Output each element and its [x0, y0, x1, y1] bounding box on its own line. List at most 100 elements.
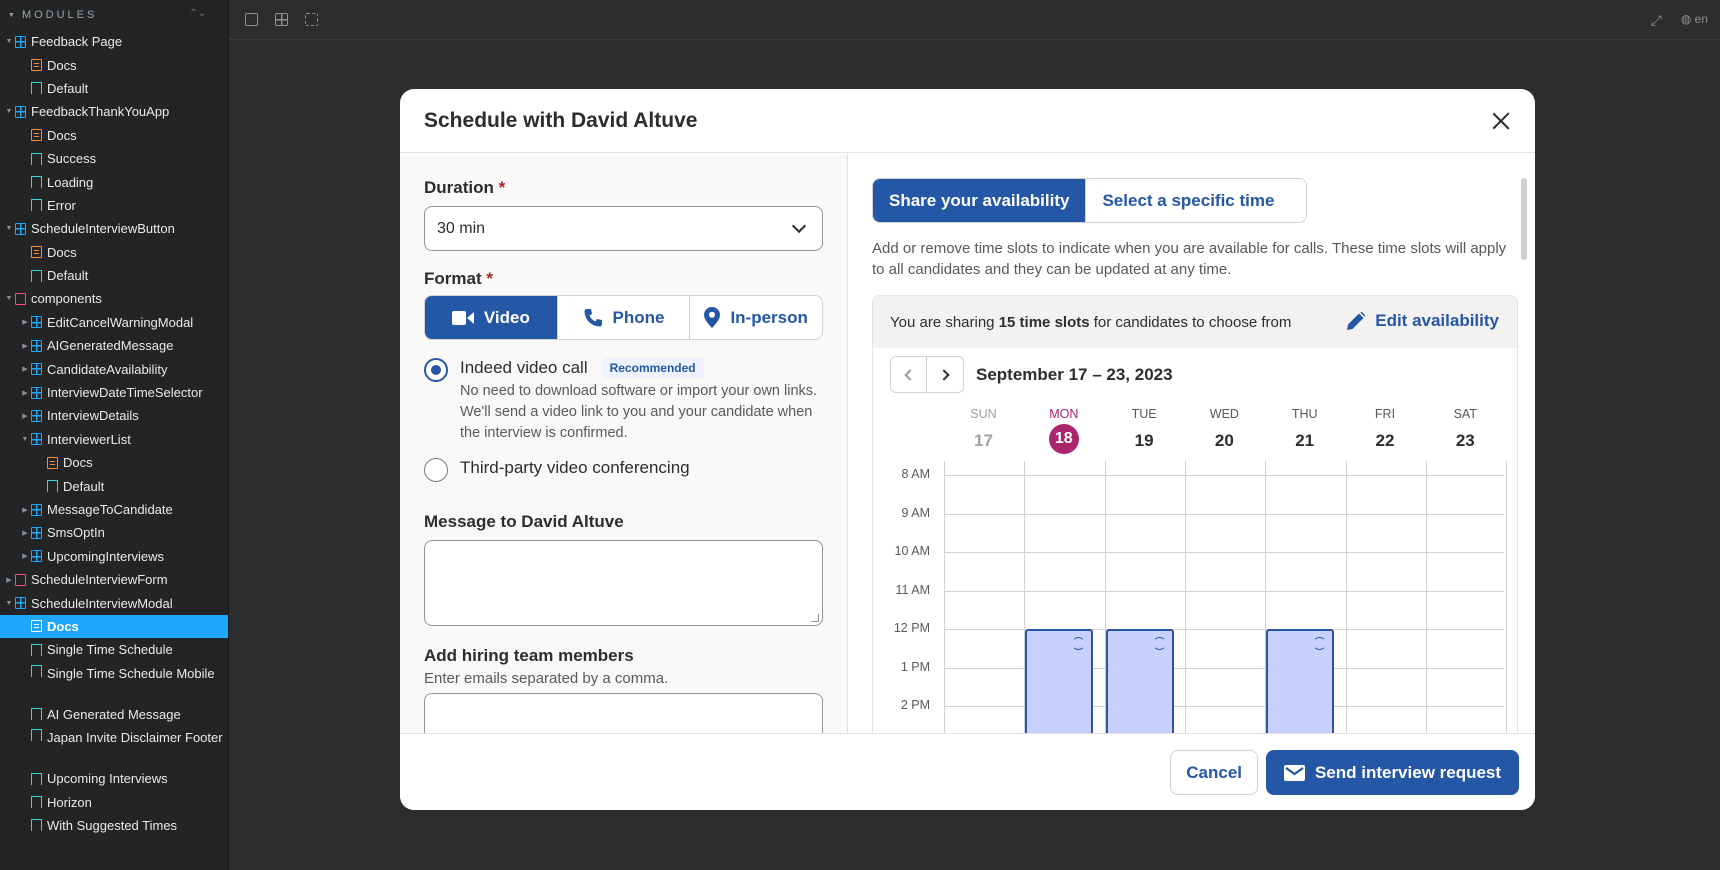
outline-icon[interactable] [305, 13, 318, 26]
bookmark-icon [31, 708, 42, 721]
format-in-person-label: In-person [730, 307, 808, 327]
folder-icon [15, 292, 26, 305]
sidebar-item[interactable]: Default [0, 474, 228, 497]
sidebar-item[interactable]: Docs [0, 124, 228, 147]
tab-share-availability[interactable]: Share your availability [873, 179, 1086, 222]
hour-gridline [944, 475, 1504, 476]
caret-right-icon[interactable]: ▶ [20, 342, 30, 350]
format-video-button[interactable]: Video [425, 296, 558, 339]
resize-handle[interactable] [811, 614, 819, 622]
sidebar-item[interactable]: ▶ EditCancelWarningModal [0, 311, 228, 334]
caret-right-icon[interactable]: ▶ [20, 318, 30, 326]
message-textarea[interactable] [424, 540, 823, 626]
caret-right-icon[interactable]: ▶ [4, 576, 14, 584]
third-party-label: Third-party video conferencing [460, 458, 690, 477]
document-icon [31, 620, 42, 633]
component-icon [15, 222, 26, 235]
sidebar-item[interactable]: Docs [0, 53, 228, 76]
locale-switcher[interactable]: ◍ en [1681, 12, 1708, 26]
sidebar-item[interactable]: Docs [0, 451, 228, 474]
caret-down-icon[interactable]: ▼ [4, 225, 14, 232]
next-week-button[interactable] [927, 356, 964, 393]
caret-right-icon[interactable]: ▶ [20, 506, 30, 514]
image-icon[interactable] [245, 13, 258, 26]
fullscreen-icon[interactable]: ⤢ [1651, 12, 1662, 29]
sidebar-item[interactable]: Docs [0, 614, 228, 639]
sidebar-item[interactable]: ▶ MessageToCandidate [0, 498, 228, 521]
sidebar-item[interactable]: Japan Invite Disclaimer Footer [0, 726, 228, 767]
sidebar-item[interactable]: ▼ components [0, 287, 228, 310]
format-phone-button[interactable]: Phone [558, 296, 691, 339]
availability-slot[interactable] [1266, 629, 1335, 733]
globe-icon: ◍ [1680, 12, 1692, 26]
collapse-all-icon[interactable]: ⌃⌄ [189, 8, 206, 19]
send-interview-request-button[interactable]: Send interview request [1266, 750, 1519, 795]
caret-down-icon[interactable]: ▼ [4, 600, 14, 607]
sidebar-item[interactable]: ▼ ScheduleInterviewModal [0, 591, 228, 614]
sidebar-item-label: MessageToCandidate [47, 502, 173, 517]
sidebar-header[interactable]: ▼ MODULES ⌃⌄ [0, 0, 228, 30]
hiring-team-email-input[interactable] [424, 693, 823, 733]
sidebar-item[interactable]: ▶ CandidateAvailability [0, 357, 228, 380]
component-icon [31, 386, 42, 399]
day-header: SAT 23 [1426, 407, 1505, 455]
sidebar-item[interactable]: Loading [0, 170, 228, 193]
required-mark: * [498, 178, 506, 197]
required-mark: * [486, 269, 493, 288]
sidebar-item[interactable]: Upcoming Interviews [0, 767, 228, 790]
close-icon[interactable] [1489, 109, 1513, 133]
sidebar-item[interactable]: ▶ AIGeneratedMessage [0, 334, 228, 357]
document-icon [47, 456, 58, 469]
sidebar-item[interactable]: ▶ InterviewDateTimeSelector [0, 381, 228, 404]
locale-label: en [1694, 12, 1708, 26]
caret-down-icon[interactable]: ▼ [4, 108, 14, 115]
sidebar-item[interactable]: Horizon [0, 790, 228, 813]
sidebar-item[interactable]: ▶ ScheduleInterviewForm [0, 568, 228, 591]
sidebar-item-label: Feedback Page [31, 34, 123, 50]
radio-indeed-video[interactable]: Indeed video call Recommended No need to… [424, 358, 823, 444]
caret-right-icon[interactable]: ▶ [20, 552, 30, 560]
edit-availability-link[interactable]: Edit availability [1347, 311, 1499, 331]
document-icon [31, 59, 42, 72]
sidebar-item[interactable]: Single Time Schedule Mobile [0, 662, 228, 703]
caret-right-icon[interactable]: ▶ [20, 389, 30, 397]
sidebar-item[interactable]: Default [0, 264, 228, 287]
sidebar-item[interactable]: Error [0, 194, 228, 217]
caret-down-icon[interactable]: ▼ [4, 295, 14, 302]
sidebar-item[interactable]: ▶ InterviewDetails [0, 404, 228, 427]
availability-slot[interactable] [1105, 629, 1174, 733]
sidebar-item[interactable]: Single Time Schedule [0, 638, 228, 661]
sidebar-item[interactable]: Docs [0, 241, 228, 264]
prev-week-button[interactable] [890, 356, 927, 393]
caret-down-icon[interactable]: ▼ [20, 436, 30, 443]
duration-select[interactable]: 30 min [424, 206, 823, 251]
radio-button[interactable] [424, 458, 448, 482]
availability-slot[interactable] [1025, 629, 1094, 733]
tab-select-specific-time[interactable]: Select a specific time [1085, 179, 1307, 222]
day-header: THU 21 [1265, 407, 1344, 455]
day-gridline [944, 461, 945, 733]
sidebar-item[interactable]: ▼ InterviewerList [0, 428, 228, 451]
sidebar-item[interactable]: ▼ FeedbackThankYouApp [0, 100, 228, 123]
format-in-person-button[interactable]: In-person [690, 296, 822, 339]
caret-down-icon[interactable]: ▼ [4, 38, 14, 45]
cancel-button[interactable]: Cancel [1170, 750, 1258, 795]
sidebar-item[interactable]: Default [0, 77, 228, 100]
sidebar-item[interactable]: ▶ SmsOptIn [0, 521, 228, 544]
sidebar-item[interactable]: ▼ Feedback Page [0, 30, 228, 53]
caret-right-icon[interactable]: ▶ [20, 529, 30, 537]
sidebar-item[interactable]: ▼ ScheduleInterviewButton [0, 217, 228, 240]
sidebar-item[interactable]: AI Generated Message [0, 703, 228, 726]
radio-button-selected[interactable] [424, 358, 448, 382]
right-pane-scrollbar[interactable] [1521, 178, 1527, 260]
sidebar-item[interactable]: Success [0, 147, 228, 170]
caret-right-icon[interactable]: ▶ [20, 365, 30, 373]
caret-right-icon[interactable]: ▶ [20, 412, 30, 420]
radio-third-party[interactable]: Third-party video conferencing [424, 458, 823, 482]
grid-icon[interactable] [275, 13, 288, 26]
pencil-icon [1347, 312, 1366, 330]
time-label: 11 AM [895, 582, 930, 597]
sidebar-item-label: SmsOptIn [47, 525, 105, 541]
sidebar-item[interactable]: With Suggested Times [0, 814, 228, 837]
sidebar-item[interactable]: ▶ UpcomingInterviews [0, 545, 228, 568]
